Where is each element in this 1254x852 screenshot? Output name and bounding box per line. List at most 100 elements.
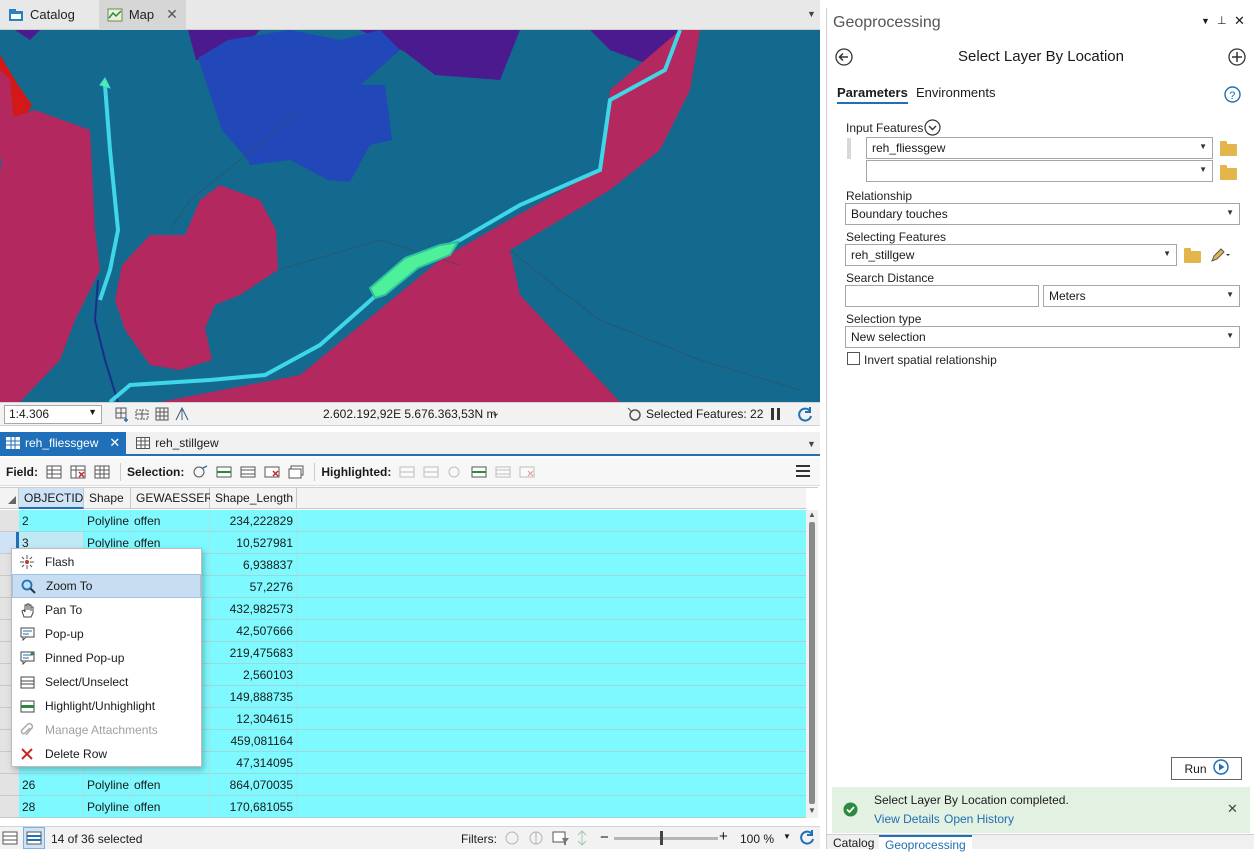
row-header[interactable]: [0, 774, 19, 796]
filter-visible-icon[interactable]: [528, 830, 544, 849]
menu-item-pinned-popup[interactable]: Pinned Pop-up: [12, 646, 201, 670]
input-features-field-1[interactable]: reh_fliessgew ▼: [866, 137, 1213, 159]
table-cell-length[interactable]: 57,2276: [210, 576, 297, 598]
add-field-icon[interactable]: [44, 463, 64, 481]
run-button[interactable]: Run: [1171, 757, 1242, 780]
tab-catalog[interactable]: Catalog: [0, 0, 83, 30]
clear-selection-icon[interactable]: [238, 463, 258, 481]
table-cell-length[interactable]: 459,081164: [210, 730, 297, 752]
tab-catalog-pane[interactable]: Catalog: [833, 836, 874, 850]
highlight-zoom-icon[interactable]: [445, 463, 465, 481]
tab-map[interactable]: Map ✕: [98, 0, 186, 30]
table-cell-empty[interactable]: [297, 598, 806, 620]
table-cell-objectid[interactable]: 28: [19, 796, 84, 818]
highlight-delete-icon[interactable]: [517, 463, 537, 481]
folder-icon[interactable]: [1220, 165, 1237, 180]
table-cell-empty[interactable]: [297, 752, 806, 774]
input-features-field-2[interactable]: ▼: [866, 160, 1213, 182]
table-cell-empty[interactable]: [297, 532, 806, 554]
table-cell-shape[interactable]: Polyline: [84, 510, 131, 532]
show-selected-records-icon[interactable]: [23, 827, 45, 849]
table-cell-length[interactable]: 12,304615: [210, 708, 297, 730]
chevron-down-icon[interactable]: ⌄: [491, 406, 500, 419]
folder-icon[interactable]: [1220, 141, 1237, 156]
select-all-corner[interactable]: [0, 488, 19, 509]
scroll-down-icon[interactable]: ▼: [808, 806, 816, 815]
row-header[interactable]: [0, 510, 19, 532]
column-header-shape-length[interactable]: Shape_Length: [210, 488, 297, 509]
menu-item-zoom-to[interactable]: Zoom To: [12, 574, 201, 598]
view-details-link[interactable]: View Details: [874, 812, 940, 826]
refresh-icon[interactable]: [796, 405, 814, 426]
show-all-records-icon[interactable]: [2, 830, 18, 849]
table-cell-empty[interactable]: [297, 642, 806, 664]
zoom-slider-thumb[interactable]: [660, 831, 663, 845]
table-cell-objectid[interactable]: 2: [19, 510, 84, 532]
hamburger-menu-icon[interactable]: [795, 464, 811, 481]
column-header-shape[interactable]: Shape: [84, 488, 131, 509]
zoom-out-button[interactable]: −: [600, 829, 609, 846]
table-cell-empty[interactable]: [297, 664, 806, 686]
selecting-features-select[interactable]: reh_stillgew ▼: [845, 244, 1177, 266]
copy-selected-icon[interactable]: [286, 463, 306, 481]
invert-checkbox[interactable]: [847, 352, 860, 365]
table-cell-gewaesser[interactable]: offen: [131, 774, 210, 796]
sort-icon[interactable]: [576, 830, 588, 849]
menu-item-pan-to[interactable]: Pan To: [12, 598, 201, 622]
menu-item-popup[interactable]: Pop-up: [12, 622, 201, 646]
add-icon[interactable]: [1228, 48, 1246, 69]
snap-icon[interactable]: [134, 406, 150, 422]
chevron-down-icon[interactable]: ▼: [783, 832, 791, 841]
pause-icon[interactable]: [770, 407, 782, 421]
column-header-objectid[interactable]: OBJECTID: [19, 488, 84, 509]
table-cell-length[interactable]: 6,938837: [210, 554, 297, 576]
menu-item-delete-row[interactable]: Delete Row: [12, 742, 201, 766]
scroll-up-icon[interactable]: ▲: [808, 510, 816, 519]
table-cell-empty[interactable]: [297, 708, 806, 730]
map-view[interactable]: [0, 30, 820, 402]
highlight-unselect-icon[interactable]: [421, 463, 441, 481]
tab-environments[interactable]: Environments: [916, 85, 995, 100]
column-header-gewaesser[interactable]: GEWAESSER: [131, 488, 213, 509]
highlight-switch-icon[interactable]: [397, 463, 417, 481]
table-cell-shape[interactable]: Polyline: [84, 796, 131, 818]
chevron-down-icon[interactable]: ▼: [807, 9, 816, 19]
table-cell-length[interactable]: 149,888735: [210, 686, 297, 708]
table-row[interactable]: 28 Polyline offen 170,681055: [0, 796, 806, 818]
expand-icon[interactable]: [924, 119, 941, 139]
pane-options-icon[interactable]: ▼: [1201, 16, 1210, 26]
filter-extent-icon[interactable]: [504, 830, 520, 849]
table-cell-shape[interactable]: Polyline: [84, 774, 131, 796]
map-canvas[interactable]: [0, 30, 820, 402]
zoom-level[interactable]: 100 %: [740, 832, 774, 846]
table-cell-empty[interactable]: [297, 774, 806, 796]
selection-type-select[interactable]: New selection ▼: [845, 326, 1240, 348]
delete-selected-icon[interactable]: [262, 463, 282, 481]
table-cell-length[interactable]: 432,982573: [210, 598, 297, 620]
scrollbar-thumb[interactable]: [809, 522, 815, 804]
highlight-reduce-icon[interactable]: [469, 463, 489, 481]
relationship-select[interactable]: Boundary touches ▼: [845, 203, 1240, 225]
table-cell-empty[interactable]: [297, 686, 806, 708]
close-icon[interactable]: ✕: [1227, 801, 1238, 817]
table-row[interactable]: 2 Polyline offen 234,222829: [0, 510, 806, 532]
menu-item-manage-attachments[interactable]: Manage Attachments: [12, 718, 201, 742]
select-by-attributes-icon[interactable]: [190, 463, 210, 481]
switch-selection-icon[interactable]: [214, 463, 234, 481]
selected-features-indicator[interactable]: Selected Features: 22: [626, 406, 763, 422]
table-cell-length[interactable]: 864,070035: [210, 774, 297, 796]
table-cell-gewaesser[interactable]: offen: [131, 796, 210, 818]
table-cell-empty[interactable]: [297, 620, 806, 642]
table-cell-empty[interactable]: [297, 576, 806, 598]
folder-icon[interactable]: [1184, 248, 1201, 263]
zoom-slider-track[interactable]: [614, 831, 718, 845]
refresh-icon[interactable]: [798, 828, 816, 849]
scale-selector[interactable]: 1:4.306 ▼: [4, 405, 102, 424]
close-icon[interactable]: ✕: [1234, 13, 1245, 29]
table-cell-empty[interactable]: [297, 554, 806, 576]
table-cell-objectid[interactable]: 26: [19, 774, 84, 796]
table-cell-length[interactable]: 42,507666: [210, 620, 297, 642]
row-header[interactable]: [0, 796, 19, 818]
table-row[interactable]: 26 Polyline offen 864,070035: [0, 774, 806, 796]
distance-unit-select[interactable]: Meters ▼: [1043, 285, 1240, 307]
